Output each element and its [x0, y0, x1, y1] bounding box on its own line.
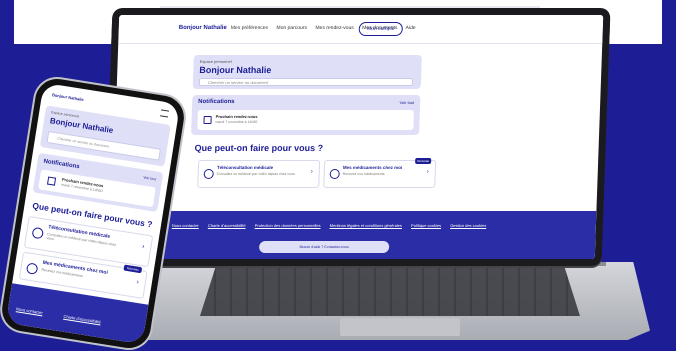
notification-card[interactable]: Prochain rendez-vous mardi 7 novembre à … — [38, 169, 156, 208]
nav-item[interactable]: Mes rendez-vous — [315, 25, 354, 31]
laptop-keyboard — [200, 268, 580, 316]
pill-icon — [329, 169, 340, 179]
nav-brand[interactable]: Bonjour Nathalie — [179, 25, 227, 31]
notifications-see-all-link[interactable]: Voir tout — [143, 175, 156, 181]
footer-link[interactable]: Protection des données personnelles — [255, 223, 321, 228]
service-card-subtitle: Recevez vos médicaments — [342, 172, 385, 176]
new-badge: Nouveau — [415, 158, 432, 164]
notifications-see-all-link[interactable]: Voir tout — [399, 100, 414, 105]
greeting-panel: Espace personnel Bonjour Nathalie Cherch… — [192, 55, 422, 89]
service-card-title: Mes médicaments chez moi — [342, 165, 403, 170]
nav-item[interactable]: Mon parcours — [276, 25, 307, 31]
phone-brand[interactable]: Bonjour Nathalie — [52, 92, 84, 102]
phone-screen: Bonjour Nathalie Espace personnel Bonjou… — [5, 82, 181, 345]
footer-link[interactable]: Gestion des cookies — [450, 223, 486, 228]
greeting-label: Espace personnel — [199, 59, 232, 64]
greeting-title: Bonjour Nathalie — [199, 65, 272, 75]
account-button[interactable]: Mon compte — [358, 22, 404, 36]
pill-icon — [25, 262, 39, 275]
calendar-icon — [46, 176, 57, 186]
notification-subtitle: mardi 7 novembre à 14h30 — [215, 120, 258, 124]
services-heading: Que peut-on faire pour vous ? — [194, 143, 324, 153]
footer-links: Nous contacter Charte d'accessibilité Pr… — [172, 223, 495, 228]
nav-item[interactable]: Mes préférences — [231, 25, 268, 31]
doctor-icon — [31, 226, 45, 240]
chevron-right-icon: › — [310, 169, 313, 175]
search-input[interactable]: Chercher un service ou document — [198, 78, 414, 86]
footer-link[interactable]: Politique cookies — [411, 223, 441, 228]
notification-card[interactable]: Prochain rendez-vous mardi 7 novembre à … — [197, 110, 414, 130]
chevron-right-icon: › — [135, 278, 140, 286]
service-card-title: Téléconsultation médicale — [216, 165, 274, 170]
help-bubble[interactable]: Besoin d'aide ? Contactez-nous — [258, 241, 390, 253]
footer-link[interactable]: Charte d'accessibilité — [208, 223, 246, 228]
nav-item[interactable]: Aide — [405, 25, 415, 31]
chevron-right-icon: › — [426, 169, 429, 175]
service-card-teleconsultation[interactable]: Téléconsultation médicale Consultez un m… — [197, 160, 321, 188]
chevron-right-icon: › — [141, 243, 145, 251]
notifications-title: Notifications — [198, 99, 235, 105]
service-card-subtitle: Consultez un médecin par vidéo depuis ch… — [216, 172, 295, 176]
menu-icon[interactable] — [160, 109, 170, 118]
site-footer: Nous contacter Charte d'accessibilité Pr… — [110, 211, 597, 259]
laptop-screen: Bonjour Nathalie Mes préférences Mon par… — [110, 15, 604, 259]
footer-link[interactable]: Nous contacter — [172, 223, 199, 228]
doctor-icon — [203, 169, 214, 179]
notification-title: Prochain rendez-vous — [215, 114, 258, 119]
notifications-panel: Notifications Voir tout Prochain rendez-… — [191, 95, 421, 135]
footer-link[interactable]: Charte d'accessibilité — [63, 314, 101, 325]
notifications-title: Notifications — [43, 158, 80, 171]
top-nav: Bonjour Nathalie Mes préférences Mon par… — [118, 15, 604, 44]
footer-link[interactable]: Nous contacter — [16, 306, 43, 315]
laptop-trackpad — [340, 318, 460, 336]
footer-link[interactable]: Mentions légales et conditions générales — [330, 223, 402, 228]
calendar-icon — [203, 116, 212, 124]
service-card-medications[interactable]: Nouveau Mes médicaments chez moi Recevez… — [323, 158, 437, 188]
